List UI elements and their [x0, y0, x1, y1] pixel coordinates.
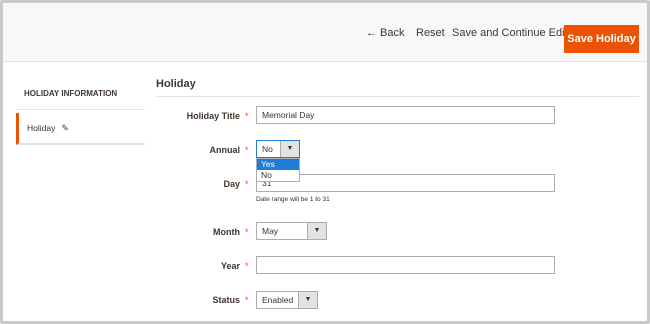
sidebar-item-label: Holiday	[27, 123, 56, 133]
chevron-down-icon: ▼	[298, 292, 317, 308]
annual-select-value: No	[262, 144, 273, 154]
page-actions-bar: ← Back Reset Save and Continue Edit Save …	[3, 3, 647, 62]
back-button[interactable]: ← Back	[366, 24, 404, 42]
pencil-icon: ✎	[61, 123, 69, 133]
day-range-note: Date range will be 1 to 31	[256, 196, 330, 203]
day-input[interactable]: 31	[256, 174, 555, 192]
required-asterisk: *	[245, 261, 249, 271]
back-label: Back	[380, 27, 405, 39]
required-asterisk: *	[245, 227, 249, 237]
app-window: ← Back Reset Save and Continue Edit Save …	[0, 0, 650, 324]
annual-label: Annual	[209, 145, 241, 155]
chevron-down-icon: ▼	[307, 223, 326, 239]
chevron-down-icon: ▼	[280, 141, 299, 157]
holiday-title-label: Holiday Title	[186, 111, 240, 121]
annual-select[interactable]: No ▼	[256, 140, 300, 158]
month-select[interactable]: May ▼	[256, 222, 327, 240]
reset-button[interactable]: Reset	[416, 24, 445, 42]
sidebar-title: HOLIDAY INFORMATION	[16, 78, 145, 110]
month-label: Month	[213, 227, 240, 237]
required-asterisk: *	[245, 179, 249, 189]
day-label: Day	[223, 179, 240, 189]
required-asterisk: *	[245, 295, 249, 305]
arrow-left-icon: ←	[366, 27, 377, 39]
required-asterisk: *	[245, 111, 249, 121]
sidebar-item-holiday[interactable]: Holiday ✎	[16, 113, 145, 145]
section-title: Holiday	[156, 78, 639, 97]
required-asterisk: *	[245, 145, 249, 155]
month-select-value: May	[262, 226, 279, 236]
annual-option-no[interactable]: No	[257, 170, 299, 181]
save-and-continue-button[interactable]: Save and Continue Edit	[452, 24, 568, 42]
save-holiday-button[interactable]: Save Holiday	[564, 25, 639, 53]
holiday-title-input[interactable]: Memorial Day	[256, 106, 555, 124]
year-input[interactable]	[256, 256, 555, 274]
status-label: Status	[212, 295, 240, 305]
status-select[interactable]: Enabled ▼	[256, 291, 318, 309]
year-label: Year	[220, 261, 240, 271]
annual-option-yes[interactable]: Yes	[257, 159, 299, 170]
status-select-value: Enabled	[262, 295, 294, 305]
annual-dropdown-list: Yes No	[256, 158, 300, 182]
